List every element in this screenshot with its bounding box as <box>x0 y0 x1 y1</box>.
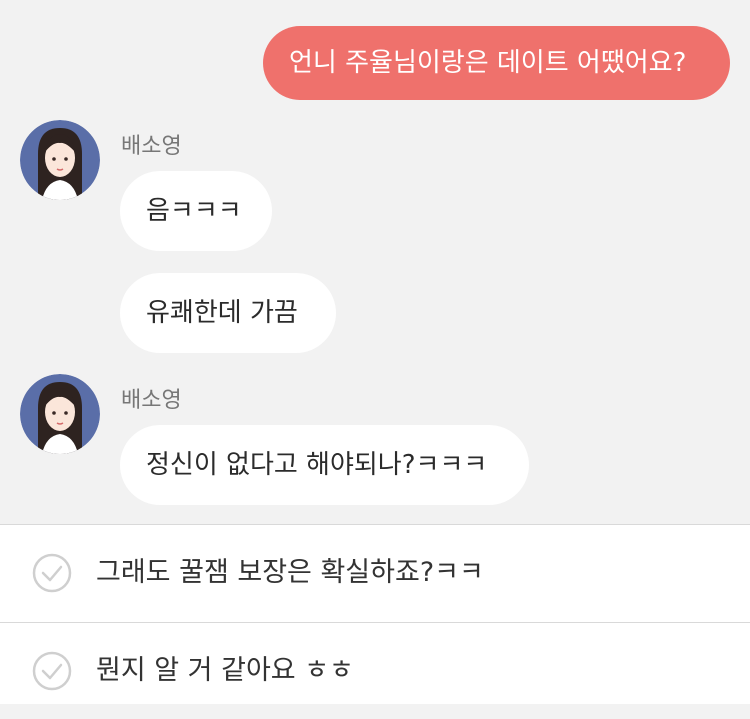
avatar-girl-portrait-icon <box>20 374 100 454</box>
avatar-girl-portrait-icon <box>20 120 100 200</box>
incoming-message-bubble: 유쾌한데 가끔 <box>120 273 336 353</box>
incoming-message-bubble: 음ㅋㅋㅋ <box>120 171 272 251</box>
reply-options-panel: 그래도 꿀잼 보장은 확실하죠?ㅋㅋ 뭔지 알 거 같아요 ㅎㅎ <box>0 524 750 704</box>
reply-option-label: 그래도 꿀잼 보장은 확실하죠?ㅋㅋ <box>96 557 484 588</box>
sender-name: 배소영 <box>121 134 182 159</box>
sender-avatar[interactable] <box>20 120 100 200</box>
check-circle-icon <box>32 651 72 691</box>
sender-name: 배소영 <box>121 388 182 413</box>
reply-option[interactable]: 뭔지 알 거 같아요 ㅎㅎ <box>0 623 750 719</box>
outgoing-message-bubble: 언니 주율님이랑은 데이트 어땠어요? <box>263 26 730 100</box>
check-circle-icon <box>32 553 72 593</box>
incoming-message-bubble: 정신이 없다고 해야되나?ㅋㅋㅋ <box>120 425 529 505</box>
sender-avatar[interactable] <box>20 374 100 454</box>
reply-option[interactable]: 그래도 꿀잼 보장은 확실하죠?ㅋㅋ <box>0 525 750 621</box>
chat-area: 언니 주율님이랑은 데이트 어땠어요? 배소영 음ㅋㅋㅋ 유쾌한데 가끔 배소영 <box>0 0 750 524</box>
reply-option-label: 뭔지 알 거 같아요 ㅎㅎ <box>96 655 354 686</box>
